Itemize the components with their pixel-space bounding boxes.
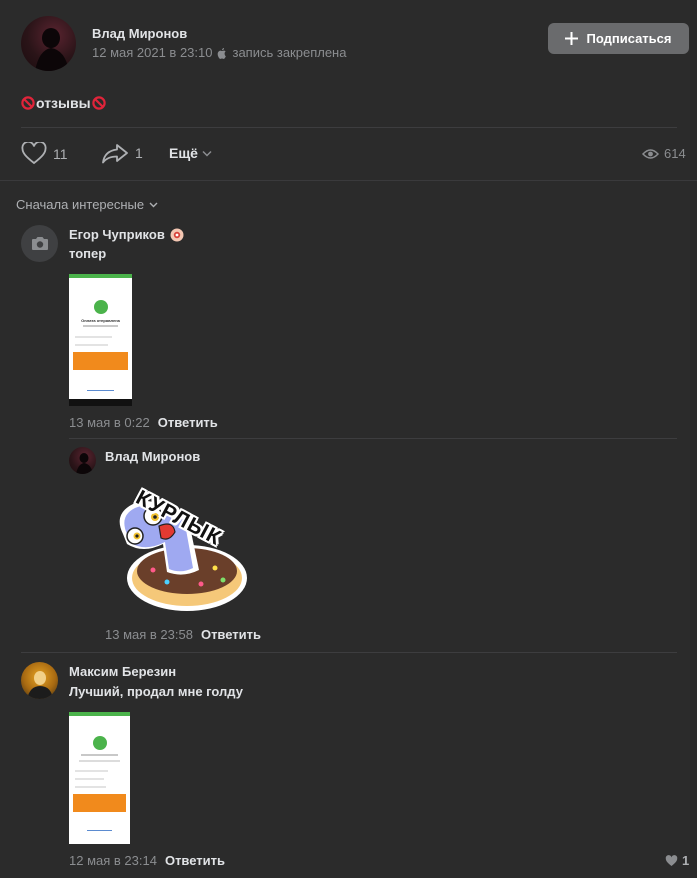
- comment-like-count: 1: [682, 853, 690, 868]
- avatar-silhouette-icon: [76, 453, 93, 474]
- plus-icon: [565, 32, 579, 45]
- apple-icon: [218, 47, 227, 59]
- share-arrow-icon: [102, 144, 128, 164]
- avatar-silhouette-icon: [35, 28, 69, 71]
- share-count: 1: [135, 145, 143, 161]
- comment-date[interactable]: 13 мая в 23:58: [105, 627, 193, 642]
- post-meta: 12 мая 2021 в 23:10 запись закреплена: [92, 45, 346, 60]
- heart-icon: [665, 854, 678, 866]
- post-text: отзывы: [36, 95, 91, 111]
- reply-button[interactable]: Ответить: [165, 853, 225, 868]
- comment-footer: 12 мая в 23:14 Ответить: [69, 853, 225, 868]
- comments-sort-label: Сначала интересные: [16, 197, 145, 212]
- comment-author-row: Егор Чуприков: [69, 227, 184, 242]
- comment-like-button[interactable]: 1: [665, 853, 689, 868]
- post-text-row: отзывы: [21, 95, 106, 111]
- comment-divider: [21, 652, 677, 653]
- more-label: Ещё: [169, 145, 198, 161]
- reply-avatar[interactable]: [69, 447, 96, 474]
- screenshot-caption: Оплата отправлена: [81, 318, 120, 323]
- comment-text: Лучший, продал мне голду: [69, 684, 243, 699]
- heart-icon: [21, 142, 47, 165]
- comment-text: топер: [69, 246, 107, 261]
- more-button[interactable]: Ещё: [169, 145, 212, 161]
- eye-icon: [642, 148, 659, 159]
- reply-divider: [69, 438, 677, 439]
- chevron-down-icon: [202, 150, 212, 157]
- subscribe-button[interactable]: Подписаться: [548, 23, 689, 54]
- comment-author[interactable]: Максим Березин: [69, 664, 176, 679]
- share-button[interactable]: 1: [101, 142, 143, 164]
- views-count: 614: [664, 146, 686, 161]
- emoji-icon: [170, 228, 184, 241]
- avatar-person-icon: [27, 671, 53, 699]
- comment-author[interactable]: Егор Чуприков: [69, 227, 165, 242]
- comment-footer: 13 мая в 0:22 Ответить: [69, 415, 218, 430]
- author-avatar[interactable]: [21, 16, 76, 71]
- reply-footer: 13 мая в 23:58 Ответить: [105, 627, 261, 642]
- like-button[interactable]: 11: [21, 142, 68, 165]
- sticker-image[interactable]: КУРЛЫК: [103, 474, 253, 616]
- comment-screenshot-thumbnail[interactable]: Оплата отправлена: [69, 274, 132, 406]
- comment-date[interactable]: 13 мая в 0:22: [69, 415, 150, 430]
- comment-screenshot-thumbnail[interactable]: [69, 712, 130, 844]
- reply-button[interactable]: Ответить: [158, 415, 218, 430]
- camera-icon: [31, 237, 48, 250]
- post-date: 12 мая 2021 в 23:10: [92, 45, 213, 60]
- comments-sort-dropdown[interactable]: Сначала интересные: [16, 197, 158, 212]
- post-divider: [21, 127, 677, 128]
- reply-button[interactable]: Ответить: [201, 627, 261, 642]
- prohibited-emoji-icon: [21, 96, 35, 110]
- pigeon-donut-sticker-icon: [119, 501, 247, 611]
- prohibited-emoji-icon: [91, 96, 106, 110]
- comment-date[interactable]: 12 мая в 23:14: [69, 853, 157, 868]
- section-divider: [0, 180, 697, 181]
- chevron-down-icon: [149, 202, 158, 207]
- views-counter: 614: [642, 146, 686, 161]
- post-author-name[interactable]: Влад Миронов: [92, 26, 187, 41]
- pinned-label: запись закреплена: [232, 45, 347, 60]
- subscribe-label: Подписаться: [586, 31, 672, 46]
- like-count: 11: [53, 145, 68, 162]
- reply-author[interactable]: Влад Миронов: [105, 449, 200, 464]
- comment-avatar[interactable]: [21, 225, 58, 262]
- comment-avatar[interactable]: [21, 662, 58, 699]
